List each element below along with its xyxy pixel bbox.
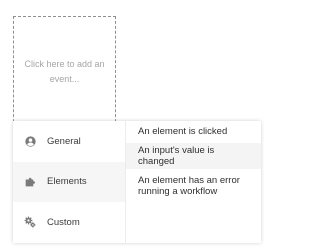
event-list: An element is clicked An input's value i…	[126, 121, 261, 243]
user-circle-icon	[24, 135, 36, 147]
category-custom[interactable]: Custom	[13, 202, 125, 243]
event-item-element-error[interactable]: An element has an error running a workfl…	[126, 173, 261, 199]
gears-icon	[24, 216, 36, 228]
category-elements[interactable]: Elements	[13, 161, 125, 203]
event-item-input-value-changed[interactable]: An input's value is changed	[126, 143, 261, 169]
event-category-list: General Elements Custom	[13, 121, 126, 243]
category-general[interactable]: General	[13, 121, 125, 162]
add-event-placeholder: Click here to add an event...	[24, 58, 105, 84]
category-label: Custom	[47, 216, 80, 228]
puzzle-piece-icon	[24, 176, 36, 188]
category-label: Elements	[47, 176, 87, 188]
category-label: General	[47, 135, 81, 147]
workflow-editor: Click here to add an event... General El…	[0, 0, 261, 247]
add-event-dropzone[interactable]: Click here to add an event...	[13, 16, 116, 127]
event-item-element-clicked[interactable]: An element is clicked	[126, 124, 261, 139]
event-picker-dropdown: General Elements Custom An element is cl…	[13, 121, 261, 243]
